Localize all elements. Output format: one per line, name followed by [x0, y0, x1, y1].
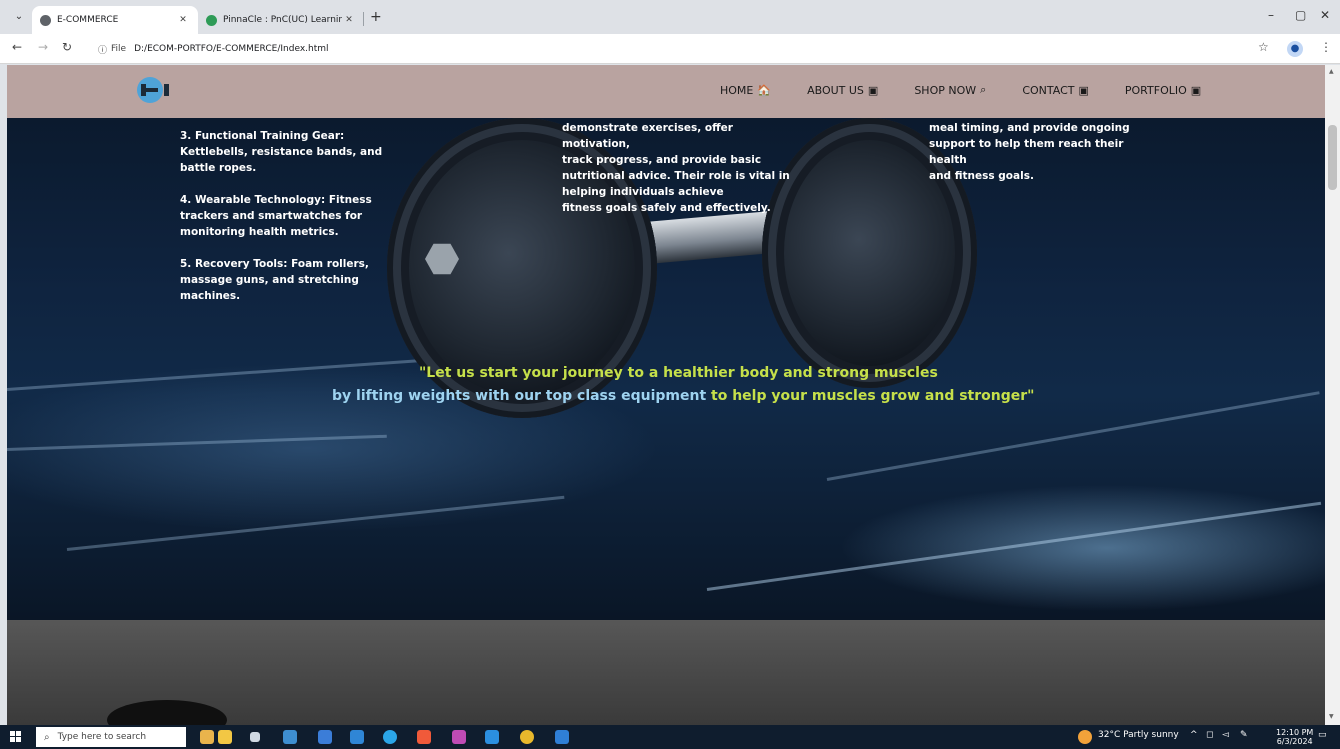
- browser-menu-icon[interactable]: ⋮: [1320, 40, 1332, 54]
- pen-icon[interactable]: ✎: [1240, 730, 1248, 740]
- tab-pinnacle[interactable]: PinnaCle : PnC(UC) Learning Ma ✕: [198, 6, 364, 34]
- contact-icon: ▣: [1078, 83, 1089, 97]
- floor-reflection: [7, 358, 427, 391]
- tab-close-icon[interactable]: ✕: [342, 15, 356, 25]
- scroll-down-icon[interactable]: ▼: [1329, 713, 1334, 720]
- vscode-icon[interactable]: [485, 730, 499, 744]
- nav-label: PORTFOLIO: [1124, 83, 1187, 97]
- people-icon[interactable]: [218, 730, 232, 744]
- news-widget-icon[interactable]: [200, 730, 214, 744]
- nutrition-support-text: meal timing, and provide ongoing support…: [929, 122, 1130, 182]
- tray-overflow-icon[interactable]: ^: [1190, 730, 1198, 740]
- quote-line-2-part-b: to help your muscles grow and stronger": [706, 388, 1035, 404]
- search-icon: ⌕: [980, 83, 987, 96]
- maximize-button[interactable]: ▢: [1295, 8, 1306, 22]
- browser-toolbar: ← → ↻ ⓘ File D:/ECOM-PORTFO/E-COMMERCE/I…: [0, 34, 1340, 64]
- nav-label: CONTACT: [1022, 83, 1075, 97]
- browser-tab-bar: ⌄ E-COMMERCE ✕ PinnaCle : PnC(UC) Learni…: [0, 0, 1340, 34]
- tab-separator: [363, 12, 364, 26]
- close-window-button[interactable]: ✕: [1320, 8, 1330, 22]
- home-icon: 🏠: [757, 83, 772, 97]
- taskbar-search-input[interactable]: ⌕ Type here to search: [36, 727, 186, 747]
- windows-start-icon[interactable]: [10, 731, 22, 743]
- weather-icon[interactable]: [1078, 730, 1092, 744]
- weather-text[interactable]: 32°C Partly sunny: [1098, 730, 1179, 740]
- dumbbell-logo-icon[interactable]: [137, 77, 169, 103]
- main-nav: HOME 🏠 ABOUT US ▣ SHOP NOW ⌕ CONTACT ▣ P…: [720, 83, 1237, 97]
- site-header: HOME 🏠 ABOUT US ▣ SHOP NOW ⌕ CONTACT ▣ P…: [7, 65, 1325, 118]
- floor-reflection: [7, 434, 387, 451]
- page-scrollbar[interactable]: ▲ ▼: [1325, 65, 1340, 725]
- globe-icon: [40, 14, 51, 26]
- clock-time: 12:10 PM: [1276, 728, 1314, 737]
- info-icon[interactable]: ⓘ: [98, 43, 107, 56]
- chrome-icon[interactable]: [520, 730, 534, 744]
- section-shape: [107, 700, 227, 725]
- tab-ecommerce[interactable]: E-COMMERCE ✕: [32, 6, 198, 34]
- nav-portfolio[interactable]: PORTFOLIO ▣: [1125, 83, 1201, 97]
- url-scheme-label: File: [111, 44, 127, 54]
- floor-reflection: [826, 391, 1320, 481]
- store-icon[interactable]: [318, 730, 332, 744]
- taskbar-clock[interactable]: 12:10 PM 6/3/2024: [1276, 728, 1313, 746]
- id-card-icon: ▣: [867, 83, 879, 97]
- notepad-icon[interactable]: [555, 730, 569, 744]
- scroll-up-icon[interactable]: ▲: [1329, 68, 1334, 75]
- floor-reflection: [66, 495, 565, 551]
- nav-about-us[interactable]: ABOUT US ▣: [807, 83, 878, 97]
- windows-taskbar: ⌕ Type here to search 32°C Partly sunny …: [0, 725, 1340, 749]
- task-view-icon[interactable]: [250, 732, 260, 742]
- trainer-role-text: demonstrate exercises, offer motivation,…: [562, 122, 790, 214]
- page-viewport: HOME 🏠 ABOUT US ▣ SHOP NOW ⌕ CONTACT ▣ P…: [7, 65, 1325, 725]
- tab-title: E-COMMERCE: [57, 15, 119, 25]
- new-tab-button[interactable]: +: [370, 9, 382, 25]
- file-explorer-icon[interactable]: [283, 730, 297, 744]
- nav-label: SHOP NOW: [914, 83, 977, 97]
- nav-shop-now[interactable]: SHOP NOW ⌕: [914, 83, 986, 97]
- brave-browser-icon[interactable]: [417, 730, 431, 744]
- next-section: [7, 620, 1325, 725]
- url-text[interactable]: D:/ECOM-PORTFO/E-COMMERCE/Index.html: [134, 44, 328, 54]
- address-bar[interactable]: ⓘ File D:/ECOM-PORTFO/E-COMMERCE/Index.h…: [90, 38, 1240, 60]
- forward-arrow-icon[interactable]: →: [38, 40, 48, 54]
- quote-line-1: "Let us start your journey to a healthie…: [419, 365, 938, 381]
- clock-date: 6/3/2024: [1276, 737, 1313, 746]
- search-placeholder: Type here to search: [57, 732, 147, 742]
- tab-search-chevron-icon[interactable]: ⌄: [10, 8, 28, 26]
- search-icon: ⌕: [44, 731, 50, 743]
- volume-icon[interactable]: ◅: [1222, 730, 1229, 740]
- scrollbar-thumb[interactable]: [1328, 125, 1337, 190]
- bookmark-star-icon[interactable]: ☆: [1258, 40, 1269, 54]
- tab-title: PinnaCle : PnC(UC) Learning Ma: [223, 15, 342, 25]
- mail-icon[interactable]: [350, 730, 364, 744]
- reload-icon[interactable]: ↻: [62, 40, 72, 54]
- equipment-list-text: 3. Functional Training Gear: Kettlebells…: [180, 130, 383, 302]
- nav-label: HOME: [720, 83, 754, 97]
- app-icon[interactable]: [452, 730, 466, 744]
- network-icon[interactable]: ◻: [1206, 730, 1213, 740]
- nav-contact[interactable]: CONTACT ▣: [1022, 83, 1089, 97]
- minimize-button[interactable]: –: [1268, 8, 1274, 22]
- tab-close-icon[interactable]: ✕: [176, 15, 190, 25]
- quote-line-2-part-a: by lifting weights with our top class eq…: [332, 388, 707, 404]
- nav-home[interactable]: HOME 🏠: [720, 83, 771, 97]
- floor-reflection: [706, 501, 1322, 591]
- pinnacle-icon: [206, 14, 217, 26]
- hero-section: 3. Functional Training Gear: Kettlebells…: [7, 118, 1325, 620]
- notification-icon[interactable]: ▭: [1318, 730, 1327, 740]
- back-arrow-icon[interactable]: ←: [12, 40, 22, 54]
- quote-line-2: by lifting weights with our top class eq…: [332, 388, 1034, 404]
- portfolio-icon: ▣: [1190, 83, 1202, 97]
- nav-label: ABOUT US: [807, 83, 864, 97]
- edge-browser-icon[interactable]: [383, 730, 397, 744]
- profile-avatar-icon[interactable]: ●: [1287, 41, 1303, 57]
